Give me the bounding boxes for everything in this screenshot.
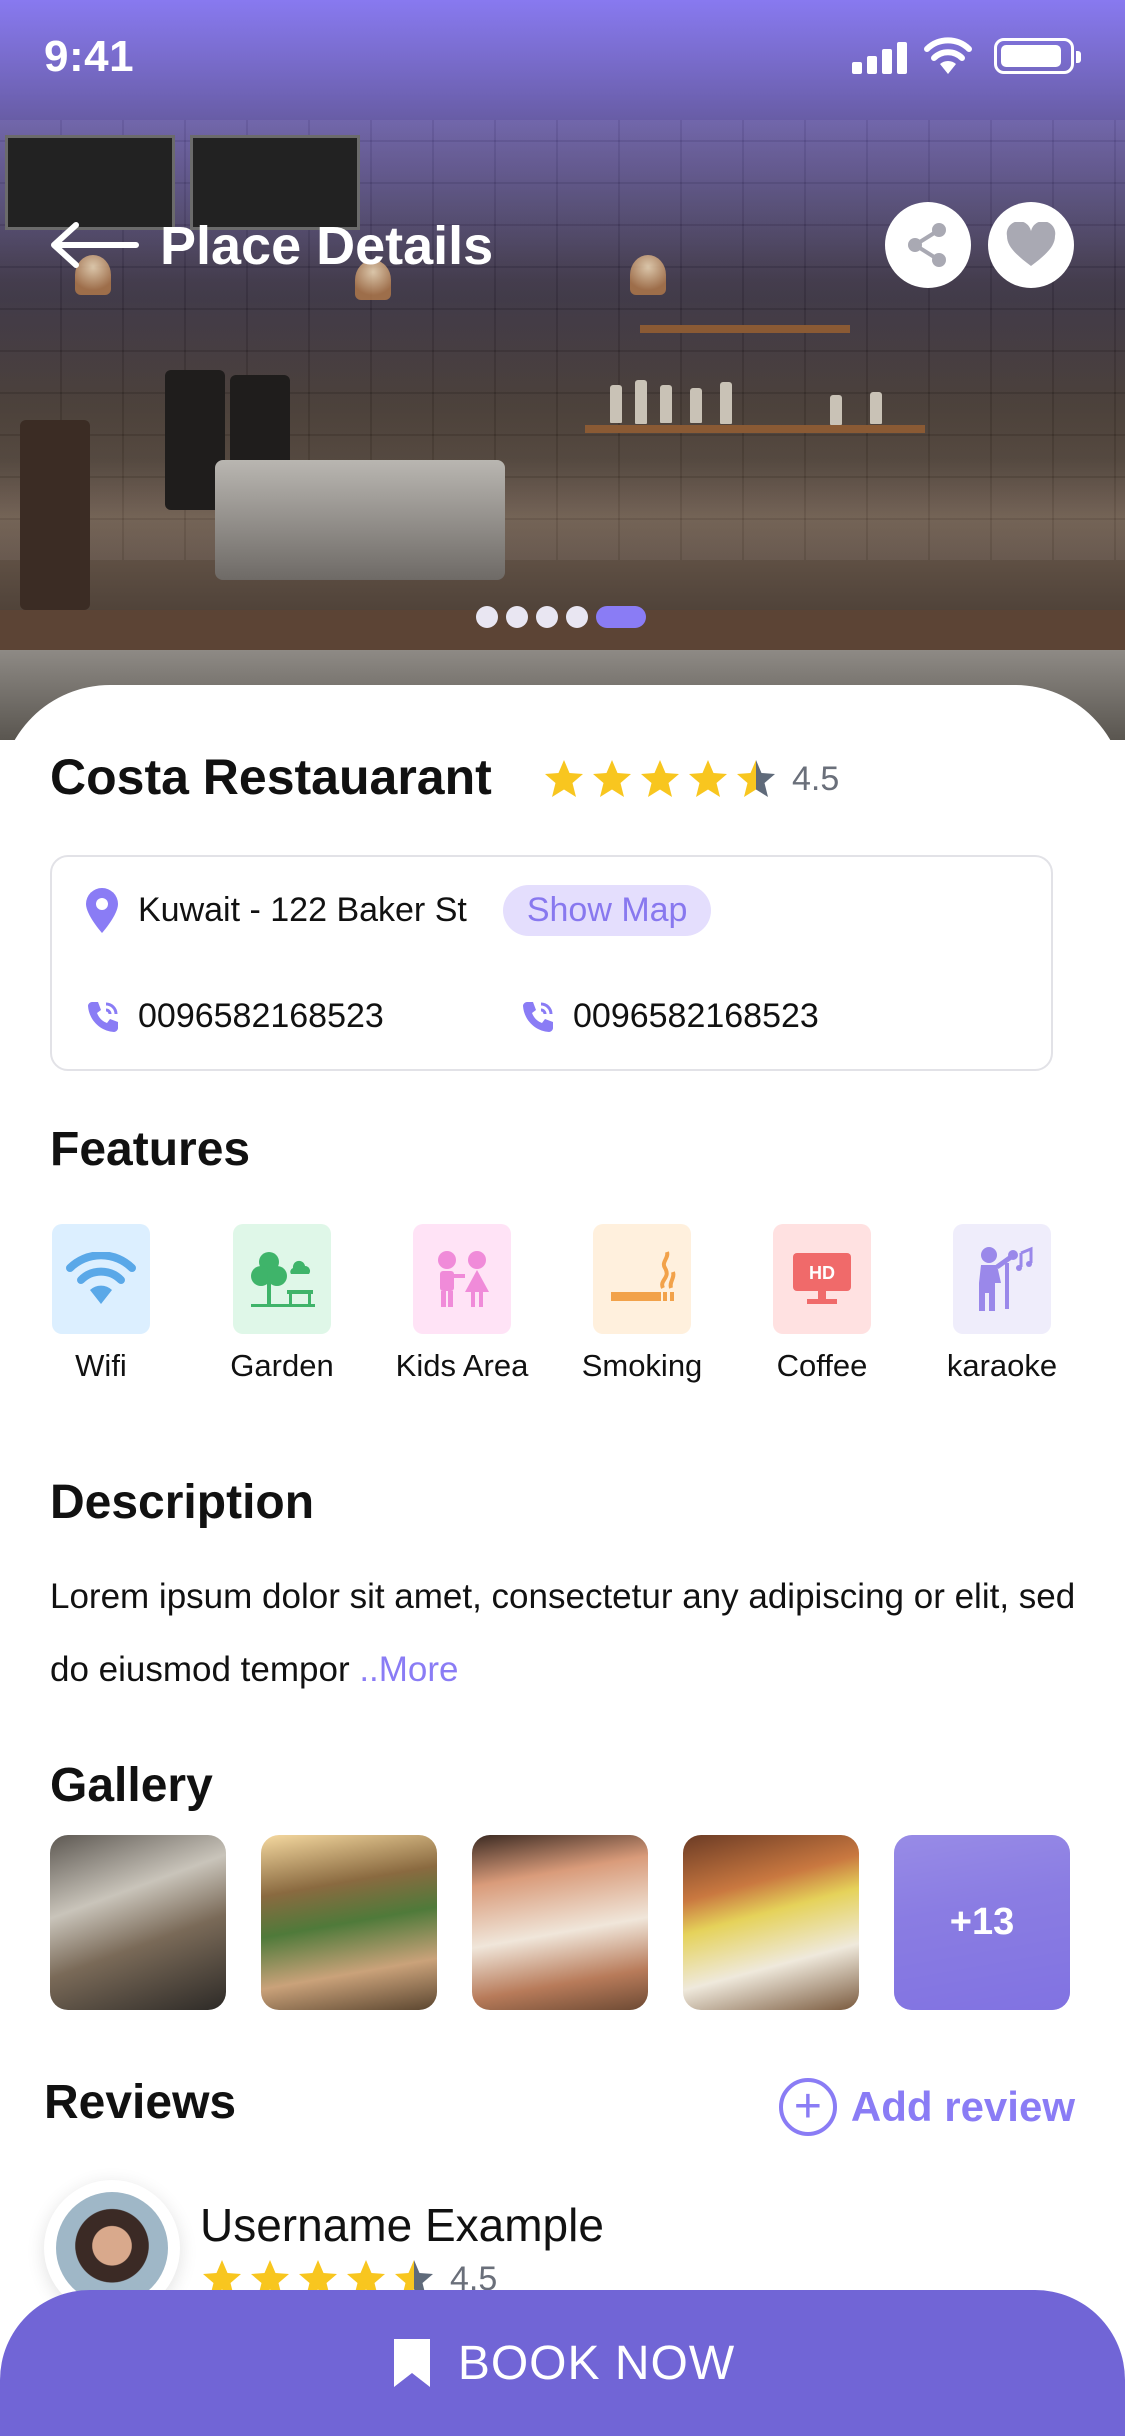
favorite-button[interactable] xyxy=(988,202,1074,288)
kids-area-icon xyxy=(438,1251,489,1307)
phone-icon xyxy=(88,1001,118,1032)
cellular-signal-icon xyxy=(852,42,912,74)
feature-smoking[interactable]: Smoking xyxy=(567,1224,717,1384)
gallery-thumbnail[interactable] xyxy=(472,1835,648,2010)
info-card: Kuwait - 122 Baker St Show Map 009658216… xyxy=(50,855,1053,1071)
phone-row-1[interactable]: 0096582168523 xyxy=(84,997,384,1036)
book-now-button[interactable]: BOOK NOW xyxy=(0,2290,1125,2436)
share-icon xyxy=(908,223,946,267)
carousel-dot[interactable] xyxy=(506,606,528,628)
nav-bar: Place Details xyxy=(0,190,1125,300)
phone-number: 0096582168523 xyxy=(138,997,384,1035)
plus-circle-icon: + xyxy=(778,2078,837,2136)
shelf xyxy=(585,425,925,433)
star-icon xyxy=(641,760,679,797)
gallery-more-count: +13 xyxy=(894,1835,1070,2010)
star-icon xyxy=(545,760,583,797)
add-review-button[interactable]: + Add review xyxy=(778,2078,1075,2136)
heart-icon xyxy=(1006,222,1056,266)
book-now-label: BOOK NOW xyxy=(457,2336,736,2390)
feature-garden[interactable]: Garden xyxy=(207,1224,357,1384)
phone-number: 0096582168523 xyxy=(573,997,819,1035)
espresso-machine xyxy=(215,460,505,580)
karaoke-icon xyxy=(979,1246,1033,1311)
address-row: Kuwait - 122 Baker St Show Map xyxy=(82,885,712,936)
star-icon xyxy=(689,760,727,797)
feature-label: Kids Area xyxy=(395,1348,529,1383)
phone-row-2[interactable]: 0096582168523 xyxy=(519,997,819,1036)
status-bar: 9:41 xyxy=(0,0,1125,120)
feature-tile: HD xyxy=(773,1224,871,1334)
feature-tile xyxy=(953,1224,1051,1334)
feature-label: Garden xyxy=(230,1348,334,1383)
features-heading: Features xyxy=(50,1123,251,1176)
bottle xyxy=(830,395,842,425)
description-heading: Description xyxy=(50,1476,315,1529)
place-rating: 4.5 xyxy=(542,758,839,800)
gallery-heading: Gallery xyxy=(50,1759,213,1812)
feature-label: karaoke xyxy=(946,1348,1058,1383)
carousel-dots xyxy=(476,606,646,628)
page-title: Place Details xyxy=(160,216,494,276)
back-arrow-icon[interactable] xyxy=(48,220,140,270)
carousel-dot[interactable] xyxy=(536,606,558,628)
star-icon xyxy=(737,760,775,797)
bottle xyxy=(720,382,732,424)
description-text: Lorem ipsum dolor sit amet, consectetur … xyxy=(50,1560,1080,1706)
gallery-thumbnail[interactable] xyxy=(50,1835,226,2010)
wifi-icon xyxy=(66,1252,136,1304)
garden-icon xyxy=(251,1252,315,1307)
address-text: Kuwait - 122 Baker St xyxy=(138,891,467,929)
more-link[interactable]: ..More xyxy=(359,1650,458,1689)
wifi-status-icon xyxy=(924,37,972,74)
feature-tile xyxy=(413,1224,511,1334)
reviews-heading: Reviews xyxy=(44,2076,237,2129)
feature-tile xyxy=(233,1224,331,1334)
bottle xyxy=(870,392,882,424)
feature-wifi[interactable]: Wifi xyxy=(26,1224,176,1384)
show-map-button[interactable]: Show Map xyxy=(502,885,712,936)
carousel-dot[interactable] xyxy=(476,606,498,628)
description-body: Lorem ipsum dolor sit amet, consectetur … xyxy=(50,1577,1076,1689)
feature-tile xyxy=(52,1224,150,1334)
feature-label: Wifi xyxy=(75,1348,127,1383)
carousel-dot[interactable] xyxy=(566,606,588,628)
phone-icon xyxy=(523,1001,553,1032)
share-button[interactable] xyxy=(885,202,971,288)
add-review-label: Add review xyxy=(850,2083,1075,2130)
review-username: Username Example xyxy=(200,2199,604,2251)
avatar-photo xyxy=(56,2192,168,2304)
gallery-strip: +13 xyxy=(50,1835,1070,2010)
place-name: Costa Restauarant xyxy=(50,749,492,805)
feature-label: Coffee xyxy=(776,1348,868,1383)
feature-kids-area[interactable]: Kids Area xyxy=(387,1224,537,1384)
smoking-icon xyxy=(611,1251,676,1301)
features-list: Wifi Garden Kids Area Smoking HD Coffee … xyxy=(50,1224,1060,1394)
location-pin-icon xyxy=(86,887,118,933)
bottle xyxy=(660,385,672,423)
battery-icon xyxy=(994,38,1081,74)
svg-text:HD: HD xyxy=(809,1263,835,1283)
feature-tile xyxy=(593,1224,691,1334)
feature-coffee[interactable]: HD Coffee xyxy=(747,1224,897,1384)
bottle xyxy=(635,380,647,424)
carousel-dot-active[interactable] xyxy=(596,606,646,628)
status-time: 9:41 xyxy=(44,32,135,81)
shelf xyxy=(640,325,850,333)
bottle xyxy=(610,385,622,423)
tv-hd-icon: HD xyxy=(793,1253,851,1304)
bottle xyxy=(690,388,702,423)
feature-label: Smoking xyxy=(581,1348,703,1383)
rating-value: 4.5 xyxy=(792,759,840,798)
gallery-thumbnail[interactable] xyxy=(683,1835,859,2010)
gallery-more-thumbnail[interactable]: +13 xyxy=(894,1835,1070,2010)
bookmark-icon xyxy=(393,2339,430,2387)
cold-brew-tower xyxy=(20,420,90,610)
gallery-thumbnail[interactable] xyxy=(261,1835,437,2010)
star-icon xyxy=(593,760,631,797)
feature-karaoke[interactable]: karaoke xyxy=(927,1224,1077,1384)
